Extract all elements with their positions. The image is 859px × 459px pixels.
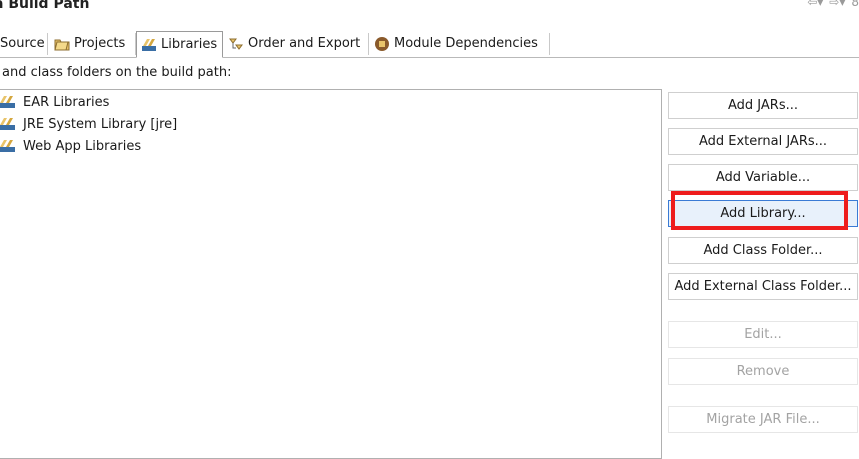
add-external-class-folder-button[interactable]: Add External Class Folder... [668,273,858,300]
add-library-button[interactable]: Add Library... [668,200,858,227]
library-tree[interactable]: EAR Libraries JRE System Library [jre] W… [0,89,662,459]
title-toolbar: ⇦▾ ⇨▾ 8 [807,0,859,11]
library-icon [0,117,17,131]
library-icon [141,37,157,53]
tab-module-dependencies[interactable]: Module Dependencies [370,33,550,55]
tab-order-and-export[interactable]: Order and Export [224,33,369,55]
tab-projects[interactable]: Projects [50,33,136,55]
module-icon [374,36,390,52]
folder-icon [54,36,70,52]
tree-item-ear-libraries[interactable]: EAR Libraries [0,92,109,112]
library-icon [0,139,17,153]
add-class-folder-button[interactable]: Add Class Folder... [668,237,858,264]
add-variable-button[interactable]: Add Variable... [668,164,858,191]
dialog-title: a Build Path [0,0,90,12]
menu-icon[interactable]: 8 [851,0,859,11]
library-icon [0,95,17,109]
tab-bar: Source Projects Libraries Order and Expo… [0,31,859,58]
tree-item-web-app-libraries[interactable]: Web App Libraries [0,136,141,156]
remove-button: Remove [668,358,858,385]
back-icon[interactable]: ⇦▾ [807,0,823,11]
add-jars-button[interactable]: Add JARs... [668,92,858,119]
edit-button: Edit... [668,321,858,348]
add-external-jars-button[interactable]: Add External JARs... [668,128,858,155]
migrate-jar-button: Migrate JAR File... [668,406,858,433]
tab-source[interactable]: Source [0,33,48,55]
order-export-icon [228,36,244,52]
build-path-description: ts and class folders on the build path: [0,65,232,80]
forward-icon[interactable]: ⇨▾ [829,0,845,11]
tree-item-jre-system-library[interactable]: JRE System Library [jre] [0,114,177,134]
tab-libraries[interactable]: Libraries [136,31,223,58]
